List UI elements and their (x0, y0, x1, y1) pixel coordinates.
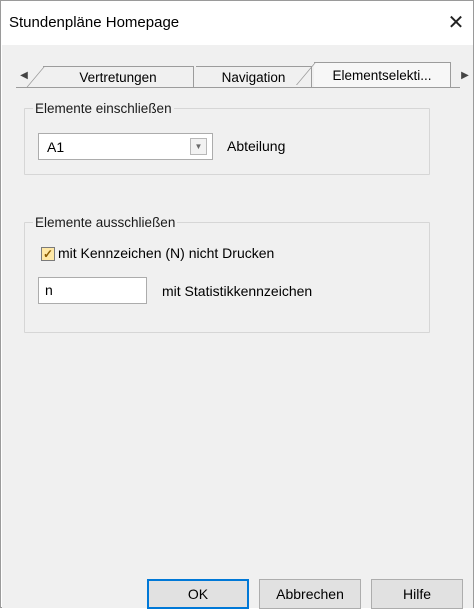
combobox-value: A1 (47, 139, 65, 155)
statistics-code-input[interactable] (45, 282, 140, 298)
tab-label: Elementselekti... (332, 68, 432, 83)
dialog-window: Stundenpläne Homepage ✕ ◀ Vertretungen N… (0, 0, 474, 609)
department-label: Abteilung (227, 138, 286, 154)
no-print-checkbox-label[interactable]: mit Kennzeichen (N) nicht Drucken (58, 245, 274, 261)
window-title: Stundenpläne Homepage (9, 14, 180, 31)
tab-scroll-right-icon[interactable]: ▶ (457, 65, 473, 85)
exclude-group: Elemente ausschließen (24, 215, 430, 333)
help-button[interactable]: Hilfe (371, 579, 463, 609)
exclude-group-legend: Elemente ausschließen (35, 215, 176, 230)
tab-elementselektion[interactable]: Elementselekti... (296, 62, 451, 88)
close-icon[interactable]: ✕ (439, 5, 473, 39)
chevron-down-icon[interactable]: ▼ (190, 138, 207, 155)
tab-label: Navigation (221, 70, 286, 85)
include-group-legend: Elemente einschließen (35, 101, 172, 116)
title-bar: Stundenpläne Homepage ✕ (1, 1, 473, 45)
statistics-code-label: mit Statistikkennzeichen (162, 283, 313, 299)
cancel-button[interactable]: Abbrechen (259, 579, 361, 609)
tab-vertretungen[interactable]: Vertretungen (25, 66, 194, 89)
ok-button[interactable]: OK (147, 579, 249, 609)
tab-strip: Vertretungen Navigation Elementselekti..… (25, 62, 452, 89)
no-print-checkbox[interactable]: ✓ (41, 247, 55, 261)
dialog-client-area: ◀ Vertretungen Navigation Elementselekti… (2, 45, 473, 609)
statistics-code-field[interactable] (38, 277, 147, 304)
tab-label: Vertretungen (79, 70, 157, 85)
department-combobox[interactable]: A1 ▼ (38, 133, 213, 160)
